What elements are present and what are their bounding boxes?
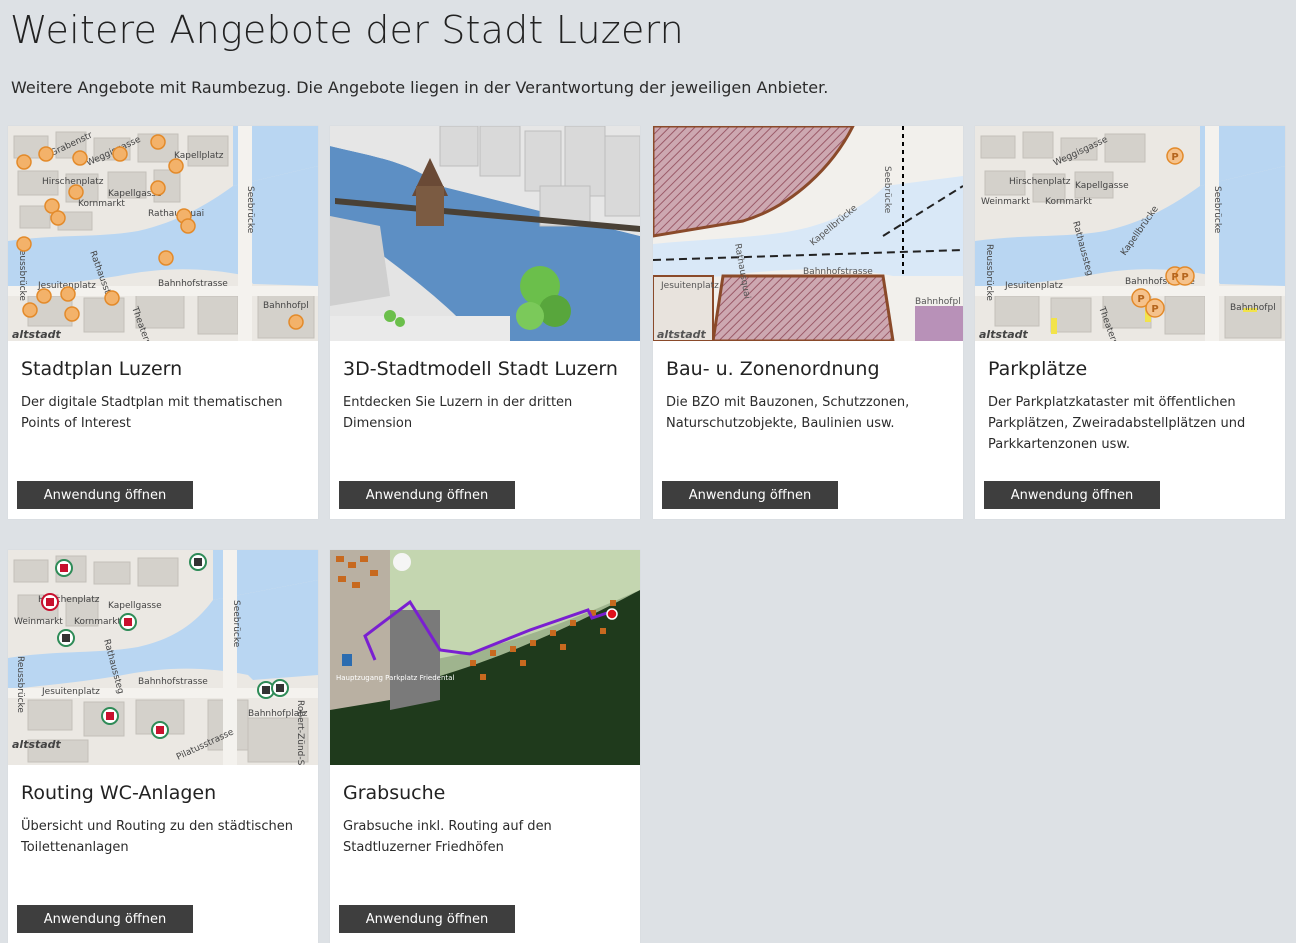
open-app-button-bzo[interactable]: Anwendung öffnen [662,481,838,509]
wc-map-thumbnail[interactable]: Hirschenplatz Kapellgasse Kornmarkt Wein… [8,550,318,765]
map-label: Weinmarkt [981,197,1030,207]
card-description: Der Parkplatzkataster mit öffentlichen P… [988,395,1246,452]
card-title: Stadtplan Luzern [21,358,183,380]
card-title: 3D-Stadtmodell Stadt Luzern [343,358,618,380]
bzo-map-thumbnail[interactable]: Bahnhofstrasse Jesuitenplatz Seebrücke K… [653,126,963,341]
card-description: Entdecken Sie Luzern in der dritten Dime… [343,395,573,431]
map-label: Seebrücke [882,166,892,214]
map-label: Bahnhofstrasse [138,677,208,687]
map-label: Bahnhofstrasse [803,267,873,277]
map-label: Kornmarkt [74,617,121,627]
map-label: Reussbrücke [984,244,994,301]
card-description: Grabsuche inkl. Routing auf den Stadtluz… [343,819,552,855]
card-title: Parkplätze [988,358,1088,380]
map-label: Kornmarkt [78,199,125,209]
card-description: Die BZO mit Bauzonen, Schutzzonen, Natur… [666,395,910,431]
map-label: Jesuitenplatz [41,687,100,697]
map-label: Kapellgasse [108,601,162,611]
parking-map-thumbnail[interactable]: Hirschenplatz Kapellgasse Kornmarkt Wein… [975,126,1285,341]
parking-letter: P [1137,294,1144,305]
card-parkplaetze: Hirschenplatz Kapellgasse Kornmarkt Wein… [975,126,1285,519]
map-label: Bahnhofpl [915,297,961,307]
card-title: Bau- u. Zonenordnung [666,358,880,380]
card-title: Routing WC-Anlagen [21,782,217,804]
card-stadtplan: Hirschenplatz Kapellgasse Kornmarkt Rath… [8,126,318,519]
parking-letter: P [1151,304,1158,315]
page-title: Weitere Angebote der Stadt Luzern [10,8,684,52]
map-label: Kapellgasse [1075,181,1129,191]
map-label: Bahnhofstrasse [158,279,228,289]
map-label: Kornmarkt [1045,197,1092,207]
map-label: Bahnhofpl [1230,303,1276,313]
3d-model-thumbnail[interactable] [330,126,640,341]
grave-search-map-thumbnail[interactable]: Hauptzugang Parkplatz Friedental [330,550,640,765]
card-description: Übersicht und Routing zu den städtischen… [21,819,293,855]
map-label: Kapellplatz [174,151,224,161]
map-label: Rathausquai [148,209,204,219]
map-label: Seebrücke [231,600,241,648]
open-app-button-routing-wc[interactable]: Anwendung öffnen [17,905,193,933]
open-app-button-parkplaetze[interactable]: Anwendung öffnen [984,481,1160,509]
open-app-button-3d-stadtmodell[interactable]: Anwendung öffnen [339,481,515,509]
map-label: Weinmarkt [14,617,63,627]
parking-letter: P [1171,152,1178,163]
map-label: altstadt [12,328,62,341]
card-bzo: Bahnhofstrasse Jesuitenplatz Seebrücke K… [653,126,963,519]
card-3d-stadtmodell: 3D-Stadtmodell Stadt Luzern Entdecken Si… [330,126,640,519]
map-label: Reussbrücke [15,656,25,713]
map-label: Jesuitenplatz [660,281,719,291]
map-label: Jesuitenplatz [1004,281,1063,291]
map-label: altstadt [979,328,1029,341]
map-label: altstadt [657,328,707,341]
page-intro: Weitere Angebote mit Raumbezug. Die Ange… [11,78,829,97]
card-title: Grabsuche [343,782,446,804]
stadtplan-map-thumbnail[interactable]: Hirschenplatz Kapellgasse Kornmarkt Rath… [8,126,318,341]
open-app-button-stadtplan[interactable]: Anwendung öffnen [17,481,193,509]
card-grabsuche: Hauptzugang Parkplatz Friedental Grabsuc… [330,550,640,943]
parking-letter: P [1171,272,1178,283]
map-label: Hirschenplatz [1009,177,1071,187]
map-label: Seebrücke [1212,186,1222,234]
offers-grid: Hirschenplatz Kapellgasse Kornmarkt Rath… [8,126,1288,943]
parking-letter: P [1181,272,1188,283]
map-label: Seebrücke [245,186,255,234]
map-label: Bahnhofpl [263,301,309,311]
open-app-button-grabsuche[interactable]: Anwendung öffnen [339,905,515,933]
card-routing-wc: Hirschenplatz Kapellgasse Kornmarkt Wein… [8,550,318,943]
card-description: Der digitale Stadtplan mit thematischen … [21,395,283,431]
map-label: Hauptzugang Parkplatz Friedental [336,674,454,682]
map-label: altstadt [12,738,62,751]
map-label: Reussbrücke [17,244,27,301]
map-label: Robert-Zünd-Str [295,700,305,765]
